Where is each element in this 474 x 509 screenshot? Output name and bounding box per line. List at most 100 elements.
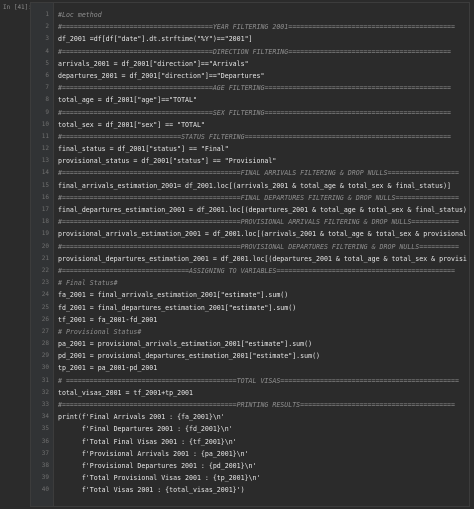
line-number: 1	[45, 11, 49, 18]
code-text: arrivals_2001 = df_2001["direction"]=="A…	[58, 59, 249, 68]
code-text: fa_2001 = final_arrivals_estimation_2001…	[58, 291, 289, 300]
code-comment: # Provisional Status#	[58, 327, 142, 336]
code-text: total_sex = df_2001["sex"] == "TOTAL"	[58, 120, 205, 129]
code-text: provisional_arrivals_estimation_2001 = d…	[58, 230, 467, 239]
code-comment: #Loc method	[58, 11, 102, 19]
code-line: 29 pd_2001 = provisional_departures_estim…	[31, 350, 469, 362]
cell-prompt: In [41]:	[3, 4, 32, 11]
code-line: 40 f'Total Visas 2001 : {total_visas_200…	[31, 484, 469, 496]
line-number: 25	[41, 303, 49, 311]
code-line: 26 tf_2001 = fa_2001-fd_2001	[31, 314, 469, 326]
code-text: pa_2001 = provisional_arrivals_estimatio…	[58, 340, 313, 349]
code-line: 2 #======================================…	[31, 21, 469, 33]
code-comment: # Final Status#	[58, 279, 118, 288]
code-editor[interactable]: 1 #Loc method 2 #==========================…	[30, 2, 470, 507]
code-line: 37 f'Provisional Arrivals 2001 : {pa_200…	[31, 448, 469, 460]
line-number: 34	[41, 413, 49, 421]
line-number: 31	[41, 376, 49, 384]
line-number: 29	[41, 352, 49, 360]
code-comment: #======================================D…	[58, 47, 452, 56]
code-line: 3 df_2001 =df[df["date"].dt.strftime("%Y"…	[31, 33, 469, 45]
code-line: 10 total_sex = df_2001["sex"] == "TOTAL"	[31, 119, 469, 131]
code-text: tf_2001 = fa_2001-fd_2001	[58, 315, 158, 324]
line-number: 23	[41, 279, 49, 287]
code-line: 32 total_visas_2001 = tf_2001+tp_2001	[31, 387, 469, 399]
code-line: 5 arrivals_2001 = df_2001["direction"]=="…	[31, 58, 469, 70]
line-number: 30	[41, 364, 49, 372]
code-line: 36 f'Total Final Visas 2001 : {tf_2001}\…	[31, 436, 469, 448]
line-number: 2	[45, 23, 49, 31]
line-number: 3	[45, 35, 49, 43]
code-text: f'Total Provisional Visas 2001 : {tp_200…	[58, 474, 261, 483]
line-number: 5	[45, 59, 49, 67]
code-line: 1 #Loc method	[31, 9, 469, 21]
line-number: 38	[41, 461, 49, 469]
code-line: 12 final_status = df_2001["status"] == "F…	[31, 143, 469, 155]
code-line: 8 total_age = df_2001["age"]=="TOTAL"	[31, 94, 469, 106]
notebook-cell: In [41]: 1 #Loc method 2 #=================…	[0, 0, 474, 509]
code-text: total_age = df_2001["age"]=="TOTAL"	[58, 96, 197, 105]
code-text: final_arrivals_estimation_2001= df_2001.…	[58, 181, 452, 190]
code-line: 31 # ====================================…	[31, 375, 469, 387]
code-comment: #=======================================…	[58, 169, 459, 178]
code-line: 14 #=====================================…	[31, 167, 469, 179]
code-line: 21 provisional_departures_estimation_2001…	[31, 253, 469, 265]
code-comment: # ======================================…	[58, 376, 459, 385]
line-number: 9	[45, 108, 49, 116]
code-text: fd_2001 = final_departures_estimation_20…	[58, 303, 297, 312]
code-line: 33 #=====================================…	[31, 399, 469, 411]
line-number: 19	[41, 230, 49, 238]
line-number: 26	[41, 315, 49, 323]
code-lines: 1 #Loc method 2 #==========================…	[31, 9, 469, 497]
code-comment: #=======================================…	[58, 401, 455, 409]
line-number: 18	[41, 218, 49, 226]
code-line: 9 #======================================…	[31, 107, 469, 119]
line-number: 12	[41, 145, 49, 153]
line-number: 4	[45, 47, 49, 55]
code-line: 34 print(f'Final Arrivals 2001 : {fa_2001…	[31, 411, 469, 423]
line-number: 6	[45, 71, 49, 79]
code-line: 20 #=====================================…	[31, 241, 469, 253]
code-comment: #======================================A…	[58, 84, 452, 93]
code-text: f'Final Departures 2001 : {fd_2001}\n'	[58, 425, 233, 434]
code-text: final_status = df_2001["status"] == "Fin…	[58, 145, 229, 154]
code-text: provisional_status = df_2001["status"] =…	[58, 157, 277, 166]
code-line: 24 fa_2001 = final_arrivals_estimation_20…	[31, 289, 469, 301]
code-text: df_2001 =df[df["date"].dt.strftime("%Y")…	[58, 35, 253, 44]
code-line: 22 #================================ASSIG…	[31, 265, 469, 277]
code-line: 6 departures_2001 = df_2001["direction"]=…	[31, 70, 469, 82]
line-number: 22	[41, 266, 49, 274]
code-line: 7 #======================================…	[31, 82, 469, 94]
code-line: 13 provisional_status = df_2001["status"]…	[31, 155, 469, 167]
code-comment: #================================ASSIGNI…	[58, 266, 455, 275]
code-line: 17 final_departures_estimation_2001 = df_…	[31, 204, 469, 216]
code-line: 23 # Final Status#	[31, 277, 469, 289]
code-text: f'Total Final Visas 2001 : {tf_2001}\n'	[58, 437, 237, 446]
code-text: provisional_departures_estimation_2001 =…	[58, 254, 467, 263]
line-number: 15	[41, 181, 49, 189]
code-text: departures_2001 = df_2001["direction"]==…	[58, 71, 265, 80]
line-number: 37	[41, 449, 49, 457]
line-number: 20	[41, 242, 49, 250]
code-text: pd_2001 = provisional_departures_estimat…	[58, 352, 321, 361]
code-line: 35 f'Final Departures 2001 : {fd_2001}\n…	[31, 423, 469, 435]
line-number: 24	[41, 291, 49, 299]
line-number: 32	[41, 388, 49, 396]
code-text: print(f'Final Arrivals 2001 : {fa_2001}\…	[58, 413, 225, 422]
code-comment: #=======================================…	[58, 193, 459, 202]
line-number: 35	[41, 425, 49, 433]
code-line: 27 # Provisional Status#	[31, 326, 469, 338]
code-line: 28 pa_2001 = provisional_arrivals_estimat…	[31, 338, 469, 350]
code-line: 25 fd_2001 = final_departures_estimation_…	[31, 302, 469, 314]
line-number: 8	[45, 96, 49, 104]
code-text: f'Provisional Arrivals 2001 : {pa_2001}\…	[58, 449, 249, 458]
code-comment: #==============================STATUS FI…	[58, 132, 452, 141]
line-number: 28	[41, 340, 49, 348]
code-comment: #=======================================…	[58, 218, 459, 227]
line-number: 27	[41, 327, 49, 335]
line-number: 14	[41, 169, 49, 177]
line-number: 33	[41, 401, 49, 408]
line-number: 10	[41, 120, 49, 128]
line-number: 11	[41, 132, 49, 140]
code-comment: #=======================================…	[58, 242, 459, 251]
